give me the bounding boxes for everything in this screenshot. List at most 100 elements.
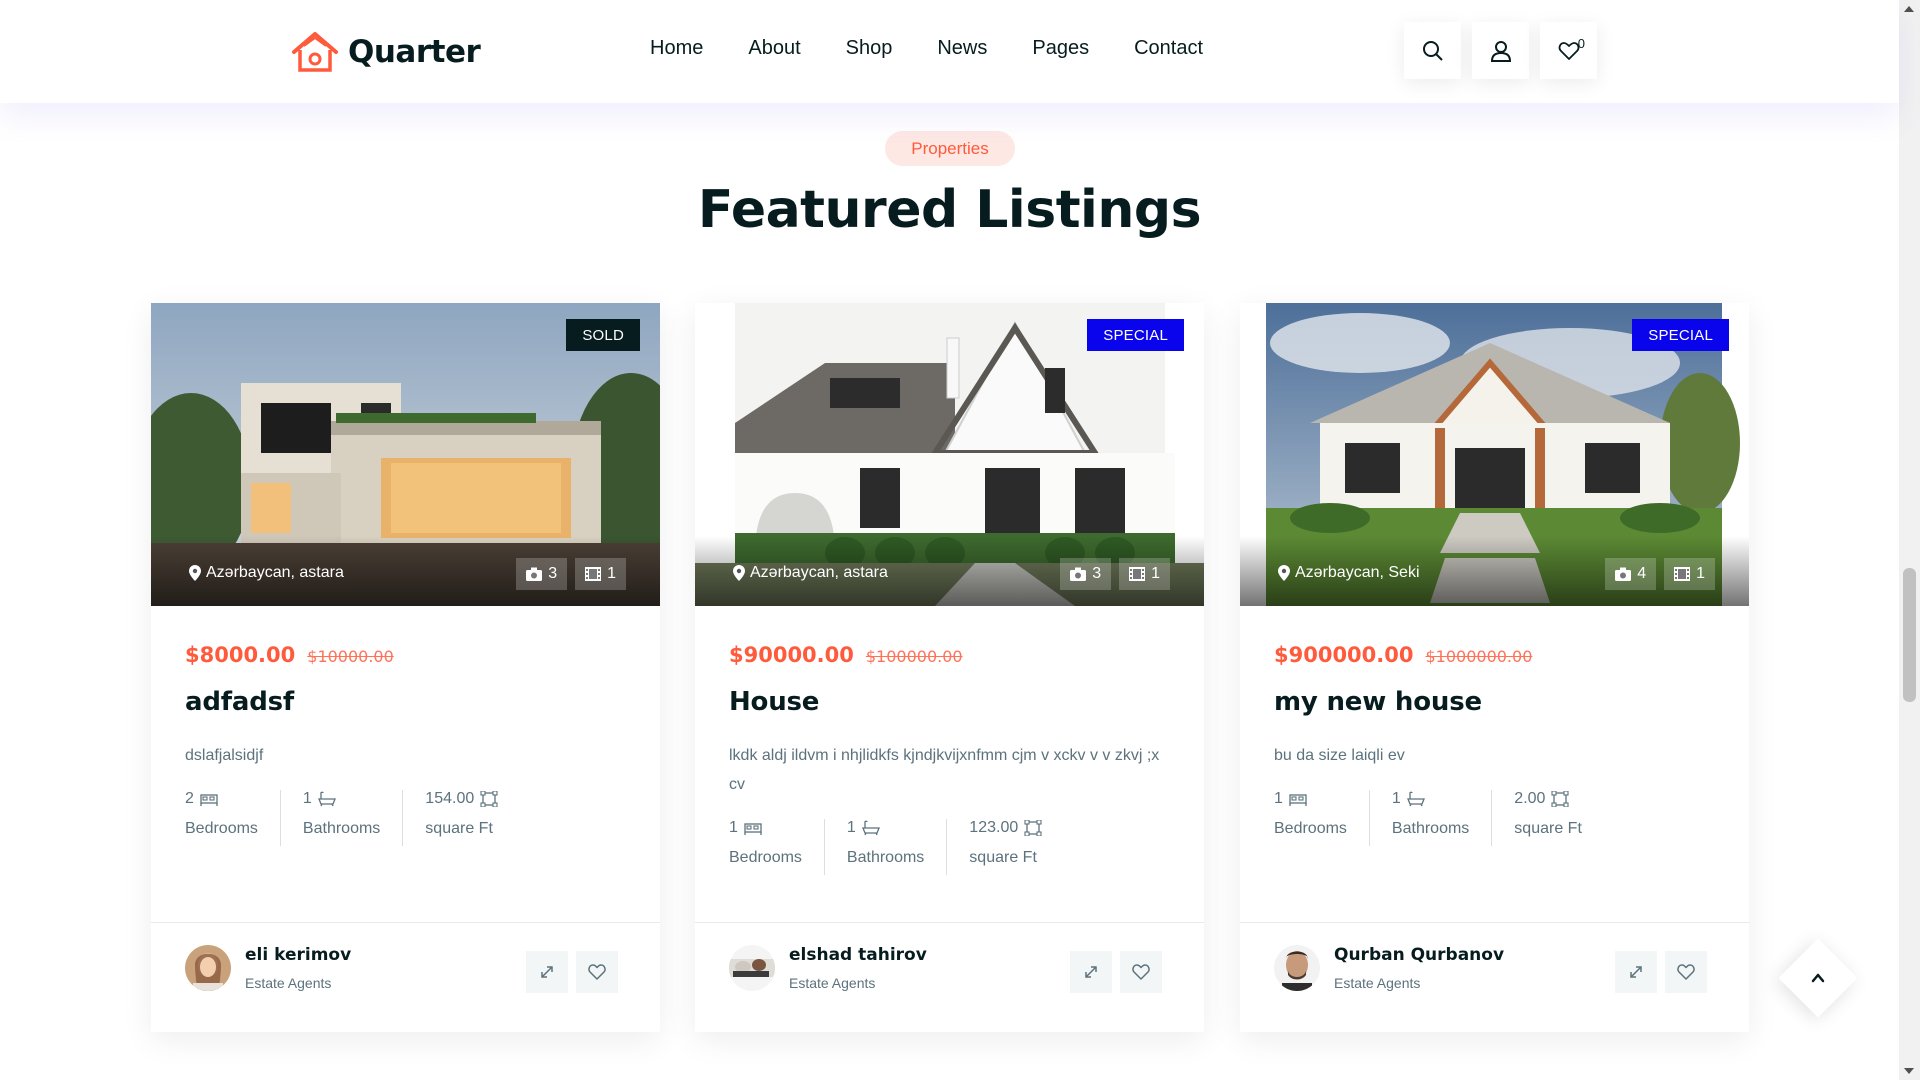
photo-count[interactable]: 4 [1605,558,1657,590]
photo-count[interactable]: 3 [516,558,568,590]
favorite-button[interactable] [576,951,618,993]
old-price: $1000000.00 [1425,647,1533,666]
nav-pages[interactable]: Pages [1032,37,1089,60]
scroll-up-arrow[interactable] [1904,6,1914,12]
location-text: Azərbaycan, astara [206,564,344,581]
video-count[interactable]: 1 [1664,558,1715,590]
film-icon [1674,567,1691,581]
scroll-down-arrow[interactable] [1904,1068,1914,1074]
listing-title[interactable]: my new house [1274,687,1715,717]
avatar[interactable] [1274,945,1320,991]
media-counts: 3 1 [516,558,626,590]
listing-image[interactable]: SPECIAL Azərbaycan, Seki 4 1 [1240,303,1749,606]
heart-icon [1558,41,1579,60]
area-label: square Ft [969,849,1037,866]
listing-specs: 2 Bedrooms 1 Bathrooms 154.00 square Ft [185,790,626,846]
listing-title[interactable]: adfadsf [185,687,626,717]
listing-description: lkdk aldj ildvm i nhjlidkfs kjndjkvijxnf… [729,747,1160,793]
expand-icon [1085,966,1097,978]
price: $900000.00 [1274,643,1414,667]
favorite-button[interactable] [1120,951,1162,993]
video-count[interactable]: 1 [1119,558,1170,590]
video-count-value: 1 [1151,565,1160,582]
search-icon [1422,40,1443,61]
account-button[interactable] [1472,22,1529,79]
nav-news[interactable]: News [937,37,987,60]
favorite-button[interactable] [1665,951,1707,993]
listing-image[interactable]: SPECIAL Azərbaycan, astara 3 1 [695,303,1204,606]
wishlist-count: 0 [1577,36,1585,51]
location[interactable]: Azərbaycan, Seki [1278,564,1420,582]
video-count[interactable]: 1 [575,558,626,590]
listing-description: dslafjalsidjf [185,747,264,764]
agent-name[interactable]: elshad tahirov [789,945,927,965]
media-counts: 3 1 [1060,558,1170,590]
location[interactable]: Azərbaycan, astara [189,564,344,582]
listing-card[interactable]: SPECIAL Azərbaycan, astara 3 1 $90000.00… [695,303,1204,1032]
avatar[interactable] [185,945,231,991]
bed-icon [1289,794,1307,806]
bedrooms-label: Bedrooms [729,849,802,866]
photo-count-value: 3 [548,565,558,582]
map-pin-icon [1278,565,1290,581]
listing-specs: 1 Bedrooms 1 Bathrooms 123.00 square Ft [729,819,1170,875]
area-value: 154.00 [425,790,475,807]
bedrooms-label: Bedrooms [185,820,258,837]
bathrooms-value: 1 [302,790,312,807]
spec-bathrooms: 1 Bathrooms [302,790,404,846]
nav-shop[interactable]: Shop [846,37,893,60]
spec-area: 154.00 square Ft [425,790,520,846]
agent[interactable]: Qurban Qurbanov Estate Agents [1274,945,1504,991]
location[interactable]: Azərbaycan, astara [733,564,888,582]
agent-name[interactable]: eli kerimov [245,945,351,965]
listing-footer: elshad tahirov Estate Agents [695,922,1204,1032]
spec-bedrooms: 1 Bedrooms [729,819,825,875]
bathrooms-label: Bathrooms [1391,820,1470,837]
avatar[interactable] [729,945,775,991]
listing-footer: eli kerimov Estate Agents [151,922,660,1032]
search-button[interactable] [1404,22,1461,79]
spec-bedrooms: 2 Bedrooms [185,790,281,846]
listing-image[interactable]: SOLD Azərbaycan, astara 3 1 [151,303,660,606]
page-scrollbar[interactable] [1899,0,1920,1080]
bathtub-icon [317,791,336,807]
section-badge: Properties [885,131,1015,166]
price-row: $900000.00 $1000000.00 [1274,643,1715,667]
area-label: square Ft [425,820,493,837]
spec-bathrooms: 1 Bathrooms [1391,790,1493,846]
logo[interactable]: Quarter [290,30,481,74]
scrollbar-thumb[interactable] [1903,568,1916,702]
listing-body: $8000.00 $10000.00 adfadsf dslafjalsidjf… [185,643,626,846]
status-badge: SPECIAL [1632,319,1729,351]
agent[interactable]: eli kerimov Estate Agents [185,945,351,991]
nav-contact[interactable]: Contact [1134,37,1203,60]
expand-icon [541,966,553,978]
user-icon [1490,40,1511,62]
video-count-value: 1 [1696,565,1705,582]
scroll-to-top-button[interactable] [1778,938,1858,1018]
location-text: Azərbaycan, astara [750,564,888,581]
agent[interactable]: elshad tahirov Estate Agents [729,945,927,991]
spec-bedrooms: 1 Bedrooms [1274,790,1370,846]
listing-description: bu da size laiqli ev [1274,747,1405,764]
agent-name[interactable]: Qurban Qurbanov [1334,945,1504,965]
expand-button[interactable] [1615,951,1657,993]
header-actions: 0 [1404,22,1597,79]
nav-about[interactable]: About [748,37,800,60]
photo-count[interactable]: 3 [1060,558,1112,590]
area-value: 123.00 [969,819,1019,836]
listing-title[interactable]: House [729,687,1170,717]
area-value: 2.00 [1514,790,1546,807]
wishlist-button[interactable]: 0 [1540,22,1597,79]
expand-button[interactable] [1070,951,1112,993]
nav-home[interactable]: Home [650,37,703,60]
listing-card[interactable]: SPECIAL Azərbaycan, Seki 4 1 $900000.00 … [1240,303,1749,1032]
logo-text: Quarter [348,34,481,70]
location-text: Azərbaycan, Seki [1295,564,1420,581]
listing-card[interactable]: SOLD Azərbaycan, astara 3 1 $8000.00 $10… [151,303,660,1032]
bedrooms-value: 2 [185,790,194,807]
film-icon [585,567,602,581]
card-actions [1615,951,1707,993]
spec-area: 2.00 square Ft [1514,790,1604,846]
expand-button[interactable] [526,951,568,993]
